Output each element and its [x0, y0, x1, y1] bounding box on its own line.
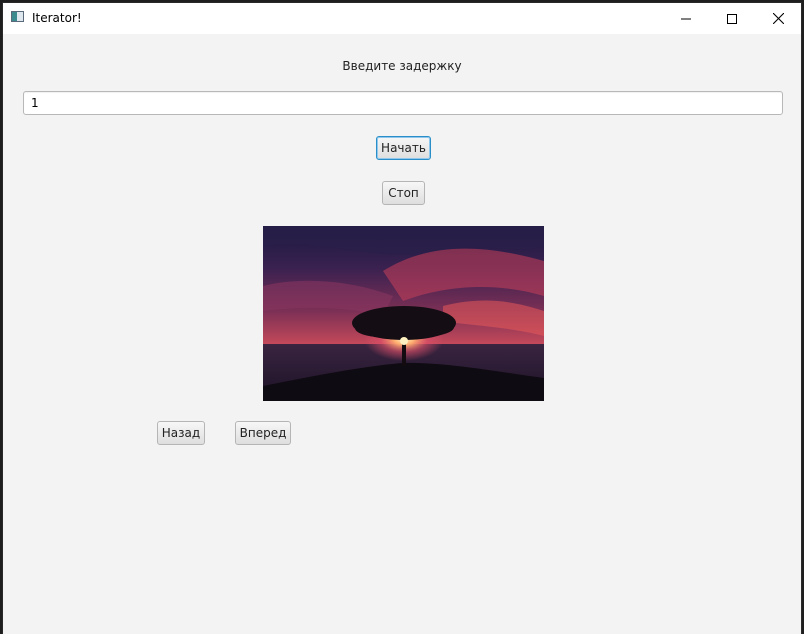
delay-prompt-label: Введите задержку: [342, 59, 462, 73]
start-button[interactable]: Начать: [376, 136, 431, 160]
window-title: Iterator!: [32, 11, 82, 25]
slideshow-image: [263, 226, 544, 401]
title-bar[interactable]: Iterator!: [3, 3, 801, 34]
maximize-icon: [727, 13, 737, 24]
app-window-icon: [11, 11, 24, 22]
maximize-button[interactable]: [709, 3, 755, 34]
minimize-icon: [681, 18, 691, 19]
stop-button[interactable]: Стоп: [382, 181, 425, 205]
delay-input[interactable]: [23, 91, 783, 115]
forward-button[interactable]: Вперед: [235, 421, 291, 445]
minimize-button[interactable]: [663, 3, 709, 34]
back-button[interactable]: Назад: [157, 421, 205, 445]
app-window: Iterator! Введите задержку Начать Стоп: [3, 3, 801, 634]
close-icon: [772, 13, 784, 24]
close-button[interactable]: [755, 3, 801, 34]
sunset-tree-image: [263, 226, 544, 401]
main-content: Введите задержку Начать Стоп: [3, 34, 801, 634]
